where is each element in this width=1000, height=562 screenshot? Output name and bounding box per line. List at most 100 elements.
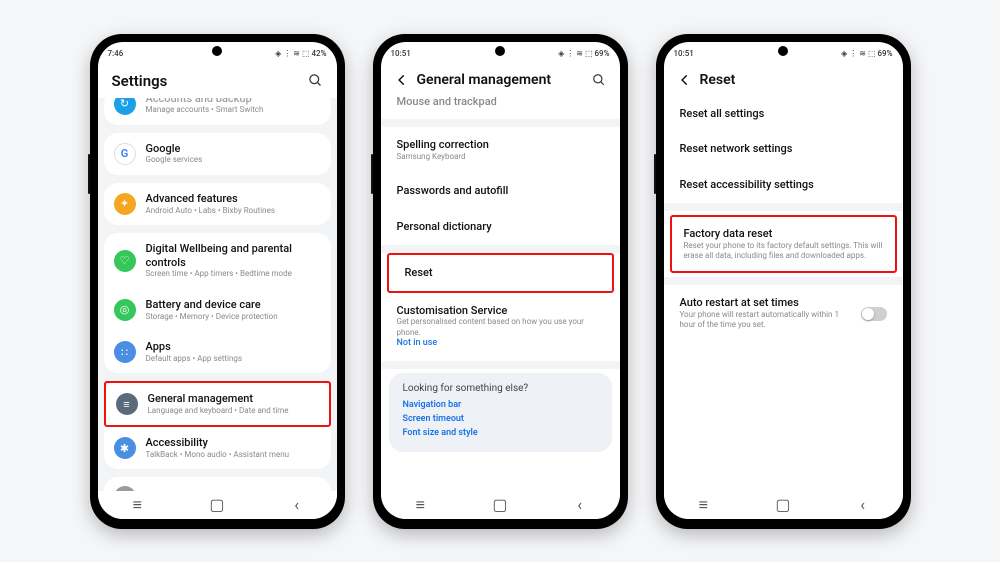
settings-item[interactable]: ⟳Software update <box>104 477 331 490</box>
setting-label: General management <box>148 392 319 406</box>
toggle-switch[interactable] <box>861 307 887 321</box>
nav-bar: ≡ ▢ ‹ <box>664 491 903 519</box>
gm-item[interactable]: Reset <box>389 255 612 291</box>
camera-hole <box>778 46 788 56</box>
setting-label: Battery and device care <box>146 298 321 312</box>
recents-button[interactable]: ≡ <box>696 498 710 512</box>
suggestions-panel: Looking for something else? Navigation ba… <box>389 373 612 452</box>
camera-hole <box>495 46 505 56</box>
item-label: Reset accessibility settings <box>680 178 887 192</box>
status-right: ◈ ⋮ ≋ ⬚ 69% <box>558 49 609 58</box>
item-label: Personal dictionary <box>397 220 604 234</box>
setting-icon: ◎ <box>114 299 136 321</box>
header: Settings <box>98 62 337 98</box>
setting-sub: Storage • Memory • Device protection <box>146 312 321 322</box>
settings-item[interactable]: ♡ Digital Wellbeing and parental controls… <box>104 233 331 289</box>
nav-bar: ≡ ▢ ‹ <box>98 491 337 519</box>
header: Reset <box>664 62 903 96</box>
setting-sub: Screen time • App timers • Bedtime mode <box>146 269 321 279</box>
status-time: 7:46 <box>108 49 124 58</box>
status-time: 10:51 <box>391 49 411 58</box>
recents-button[interactable]: ≡ <box>413 498 427 512</box>
back-button[interactable]: ‹ <box>573 498 587 512</box>
item-label: Reset network settings <box>680 142 887 156</box>
home-button[interactable]: ▢ <box>210 498 224 512</box>
item-label: Reset all settings <box>680 107 887 121</box>
gm-item[interactable]: Passwords and autofill <box>381 173 620 209</box>
suggestion-link[interactable]: Navigation bar <box>403 400 598 410</box>
gm-item[interactable]: Customisation ServiceGet personalised co… <box>381 293 620 361</box>
setting-label: Apps <box>146 340 321 354</box>
camera-hole <box>212 46 222 56</box>
settings-item[interactable]: ✦ Advanced featuresAndroid Auto • Labs • … <box>104 183 331 225</box>
phone-mockup-3: 10:51 ◈ ⋮ ≋ ⬚ 69% Reset Reset all settin… <box>656 34 911 529</box>
gm-item[interactable]: Spelling correctionSamsung Keyboard <box>381 127 620 173</box>
status-right: ◈ ⋮ ≋ ⬚ 69% <box>841 49 892 58</box>
setting-label: Accounts and backup <box>146 98 321 106</box>
item-label: Passwords and autofill <box>397 184 604 198</box>
item-label: Factory data reset <box>684 227 883 241</box>
settings-item[interactable]: G GoogleGoogle services <box>104 133 331 175</box>
back-button[interactable]: ‹ <box>290 498 304 512</box>
reset-item[interactable]: Reset network settings <box>664 131 903 167</box>
setting-sub: Language and keyboard • Date and time <box>148 406 319 416</box>
setting-icon: ✱ <box>114 437 136 459</box>
item-sub: Samsung Keyboard <box>397 152 604 162</box>
gm-list[interactable]: Mouse and trackpad Spelling correctionSam… <box>381 92 620 491</box>
phone-mockup-1: 7:46 ◈ ⋮ ≋ ⬚ 42% Settings ↻Accounts and … <box>90 34 345 529</box>
setting-icon: ✦ <box>114 193 136 215</box>
gm-item[interactable]: Personal dictionary <box>381 209 620 245</box>
item-sub: Reset your phone to its factory default … <box>684 241 883 262</box>
setting-sub: Google services <box>146 155 321 165</box>
settings-item[interactable]: ↻Accounts and backupManage accounts • Sm… <box>104 98 331 125</box>
setting-label: Digital Wellbeing and parental controls <box>146 242 321 270</box>
setting-icon: G <box>114 143 136 165</box>
nav-bar: ≡ ▢ ‹ <box>381 491 620 519</box>
setting-icon: ♡ <box>114 250 136 272</box>
setting-sub: Manage accounts • Smart Switch <box>146 105 321 115</box>
home-button[interactable]: ▢ <box>776 498 790 512</box>
back-icon[interactable] <box>395 73 409 87</box>
settings-item[interactable]: ≡ General managementLanguage and keyboard… <box>106 383 329 425</box>
setting-label: Google <box>146 142 321 156</box>
page-title: General management <box>417 72 584 88</box>
page-title: Reset <box>700 72 889 88</box>
suggestions-title: Looking for something else? <box>403 383 598 394</box>
auto-restart-item[interactable]: Auto restart at set timesYour phone will… <box>664 285 903 342</box>
status-time: 10:51 <box>674 49 694 58</box>
screen: 7:46 ◈ ⋮ ≋ ⬚ 42% Settings ↻Accounts and … <box>98 42 337 519</box>
setting-sub: Android Auto • Labs • Bixby Routines <box>146 206 321 216</box>
factory-reset-item[interactable]: Factory data resetReset your phone to it… <box>672 217 895 272</box>
item-label: Auto restart at set times <box>680 296 851 310</box>
screen: 10:51 ◈ ⋮ ≋ ⬚ 69% Reset Reset all settin… <box>664 42 903 519</box>
settings-item[interactable]: ✱AccessibilityTalkBack • Mono audio • As… <box>104 427 331 469</box>
settings-item[interactable]: ∷ AppsDefault apps • App settings <box>104 331 331 373</box>
suggestion-link[interactable]: Screen timeout <box>403 414 598 424</box>
reset-item[interactable]: Reset all settings <box>664 96 903 132</box>
setting-icon: ≡ <box>116 393 138 415</box>
settings-list[interactable]: ↻Accounts and backupManage accounts • Sm… <box>98 98 337 491</box>
suggestion-link[interactable]: Font size and style <box>403 428 598 438</box>
setting-sub: Default apps • App settings <box>146 354 321 364</box>
header: General management <box>381 62 620 96</box>
item-label: Spelling correction <box>397 138 604 152</box>
reset-item[interactable]: Reset accessibility settings <box>664 167 903 203</box>
setting-icon: ∷ <box>114 341 136 363</box>
search-icon[interactable] <box>592 73 606 87</box>
back-icon[interactable] <box>678 73 692 87</box>
setting-label: Advanced features <box>146 192 321 206</box>
status-right: ◈ ⋮ ≋ ⬚ 42% <box>275 49 326 58</box>
back-button[interactable]: ‹ <box>856 498 870 512</box>
phone-mockup-2: 10:51 ◈ ⋮ ≋ ⬚ 69% General management Mou… <box>373 34 628 529</box>
recents-button[interactable]: ≡ <box>130 498 144 512</box>
gm-item[interactable]: Mouse and trackpad <box>381 92 620 120</box>
page-title: Settings <box>112 72 300 90</box>
reset-list[interactable]: Reset all settings Reset network settings… <box>664 96 903 491</box>
item-status: Not in use <box>397 338 604 350</box>
item-sub: Your phone will restart automatically wi… <box>680 310 851 331</box>
item-label: Customisation Service <box>397 304 604 318</box>
settings-item[interactable]: ◎ Battery and device careStorage • Memory… <box>104 289 331 331</box>
home-button[interactable]: ▢ <box>493 498 507 512</box>
search-icon[interactable] <box>308 73 323 88</box>
setting-sub: TalkBack • Mono audio • Assistant menu <box>146 450 321 460</box>
